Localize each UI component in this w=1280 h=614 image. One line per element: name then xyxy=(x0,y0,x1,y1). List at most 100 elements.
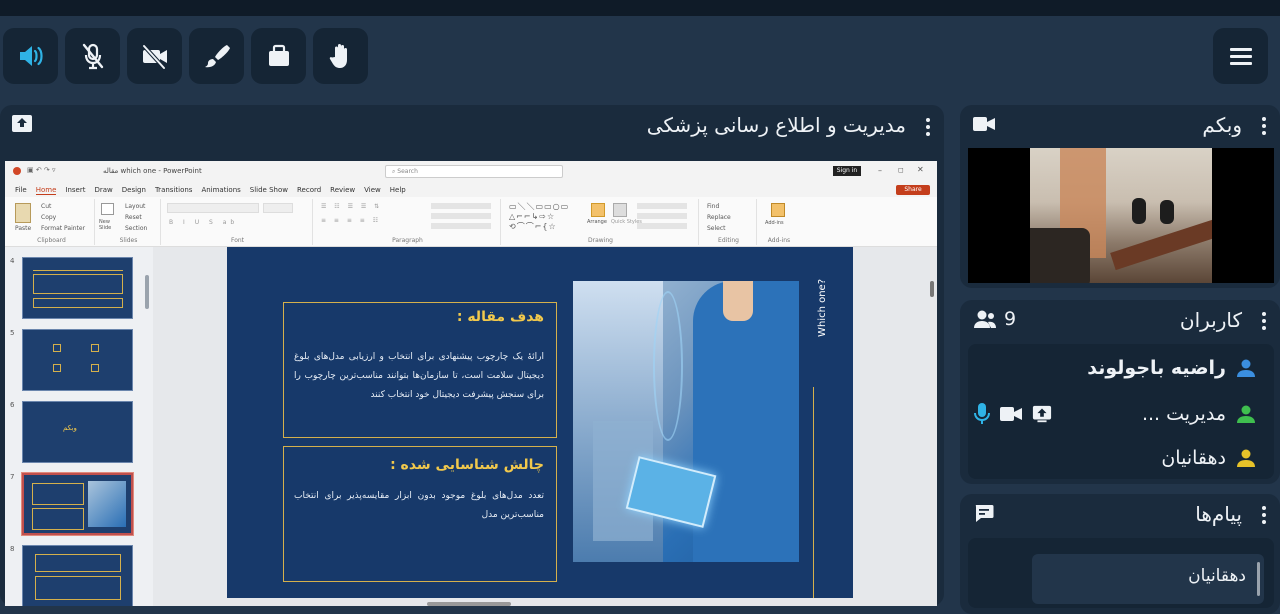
upload-presentation-icon[interactable] xyxy=(11,114,33,134)
smartart[interactable] xyxy=(431,223,491,229)
format-painter-label[interactable]: Format Painter xyxy=(41,225,85,232)
quick-access-icons: ▣ ↶ ↷ ▿ xyxy=(27,166,56,174)
whiteboard-button[interactable] xyxy=(189,28,244,84)
list-icons[interactable]: ☰ ☷ ☰ ☰ ⇅ xyxy=(321,203,382,210)
microphone-button[interactable] xyxy=(65,28,120,84)
ribbon-tab[interactable]: Review xyxy=(330,186,355,194)
message-sender: دهقانیان xyxy=(1188,566,1246,586)
copy-label[interactable]: Copy xyxy=(41,214,56,221)
canvas-scrollbar[interactable] xyxy=(930,281,934,297)
quick-styles-icon[interactable] xyxy=(613,203,627,217)
shape-fill[interactable] xyxy=(637,203,687,209)
slide-thumbnail[interactable] xyxy=(22,257,133,319)
paste-icon[interactable] xyxy=(15,203,31,223)
paste-label[interactable]: Paste xyxy=(15,225,31,232)
messages-menu-icon[interactable] xyxy=(1262,506,1266,524)
camera-button[interactable] xyxy=(127,28,182,84)
ribbon-tab[interactable]: View xyxy=(364,186,381,194)
thumb-number: 6 xyxy=(10,401,15,409)
slide-thumbnail[interactable] xyxy=(22,545,133,606)
font-size-select[interactable] xyxy=(263,203,293,213)
shape-effects[interactable] xyxy=(637,223,687,229)
user-icon xyxy=(1237,405,1255,423)
webcam-icon xyxy=(973,117,995,131)
webcam-menu-icon[interactable] xyxy=(1262,117,1266,135)
ribbon-tab[interactable]: File xyxy=(15,186,27,194)
ribbon-tab[interactable]: Insert xyxy=(65,186,85,194)
slide-thumbnail[interactable] xyxy=(22,329,133,391)
ribbon-tab[interactable]: Animations xyxy=(201,186,240,194)
menu-button[interactable] xyxy=(1213,28,1268,84)
reset-label[interactable]: Reset xyxy=(125,214,142,221)
slide-thumbnail-selected[interactable] xyxy=(21,472,134,536)
user-item-presenter[interactable]: مدیریت ... xyxy=(974,400,1256,428)
mic-on-icon xyxy=(974,403,990,424)
find-label[interactable]: Find xyxy=(707,203,719,210)
thumbnail-scrollbar[interactable] xyxy=(145,275,149,309)
replace-label[interactable]: Replace xyxy=(707,214,731,221)
messages-list: دهقانیان xyxy=(968,538,1274,608)
align-text[interactable] xyxy=(431,213,491,219)
select-label[interactable]: Select xyxy=(707,225,726,232)
sign-in-button[interactable]: Sign in xyxy=(833,166,861,176)
users-panel: 9 کاربران راضیه باجولوند مدیریت ... دهقا… xyxy=(960,300,1280,484)
new-slide-label[interactable]: New Slide xyxy=(99,219,121,231)
webcam-panel: وبکم xyxy=(960,105,1280,288)
presentation-menu-icon[interactable] xyxy=(926,118,930,136)
messages-scrollbar[interactable] xyxy=(1257,562,1260,596)
ribbon-tab[interactable]: Draw xyxy=(94,186,112,194)
ribbon-tab[interactable]: Design xyxy=(122,186,146,194)
search-input[interactable]: ⌕ Search xyxy=(385,165,563,178)
goal-heading: هدف مقاله : xyxy=(456,309,544,325)
thumb-number: 5 xyxy=(10,329,15,337)
close-icon[interactable]: ✕ xyxy=(917,165,924,174)
ribbon-tab[interactable]: Slide Show xyxy=(250,186,288,194)
user-name: دهقانیان xyxy=(1161,447,1226,469)
powerpoint-titlebar: ▣ ↶ ↷ ▿ مقاله which one - PowerPoint ⌕ S… xyxy=(5,161,937,183)
cut-label[interactable]: Cut xyxy=(41,203,51,210)
hamburger-icon xyxy=(1229,48,1252,65)
window-top-strip xyxy=(0,0,1280,16)
horizontal-scrollbar[interactable] xyxy=(427,602,511,606)
users-menu-icon[interactable] xyxy=(1262,312,1266,330)
font-name-select[interactable] xyxy=(167,203,259,213)
slides-label: Slides xyxy=(119,237,138,244)
message-bubble: دهقانیان xyxy=(1032,554,1264,604)
new-slide-icon[interactable] xyxy=(101,203,114,215)
slide-thumbnail[interactable]: وبکم xyxy=(22,401,133,463)
user-icon xyxy=(1237,359,1255,377)
addins-icon[interactable] xyxy=(771,203,785,217)
user-item[interactable]: دهقانیان xyxy=(1161,444,1256,472)
user-item[interactable]: راضیه باجولوند xyxy=(1087,354,1256,382)
minimize-icon[interactable]: – xyxy=(878,166,882,175)
restore-icon[interactable]: ◻ xyxy=(898,166,904,174)
align-icons[interactable]: ≡ ≡ ≡ ≡ ☷ xyxy=(321,217,381,224)
top-toolbar xyxy=(0,16,1280,92)
slide-vertical-label: Which one? xyxy=(817,279,828,337)
ribbon-tab[interactable]: Transitions xyxy=(155,186,193,194)
ribbon-tab[interactable]: Help xyxy=(390,186,406,194)
addins-label[interactable]: Add-ins xyxy=(765,220,784,226)
text-direction[interactable] xyxy=(431,203,491,209)
screen-share-icon xyxy=(1032,405,1052,423)
mic-off-icon xyxy=(82,43,103,70)
speaker-button[interactable] xyxy=(3,28,58,84)
arrange-label[interactable]: Arrange xyxy=(587,219,607,225)
shared-screen: ▣ ↶ ↷ ▿ مقاله which one - PowerPoint ⌕ S… xyxy=(5,161,937,606)
thumb-number: 4 xyxy=(10,257,15,265)
users-count: 9 xyxy=(1004,308,1017,330)
shapes-gallery[interactable]: ▭＼＼▭▭○▭ △⌐⌐↳⇨☆ ⟲⌒⌒⌐{☆ xyxy=(509,202,583,232)
share-button[interactable]: Share xyxy=(896,185,930,195)
shape-outline[interactable] xyxy=(637,213,687,219)
layout-label[interactable]: Layout xyxy=(125,203,145,210)
webcam-video xyxy=(968,148,1274,283)
ribbon-tab[interactable]: Record xyxy=(297,186,321,194)
user-name: مدیریت ... xyxy=(1141,403,1226,425)
arrange-icon[interactable] xyxy=(591,203,605,217)
section-label[interactable]: Section xyxy=(125,225,147,232)
font-style-icons[interactable]: B I U S ab xyxy=(169,219,238,226)
clipboard-label: Clipboard xyxy=(37,237,66,244)
raise-hand-button[interactable] xyxy=(313,28,368,84)
ribbon-tab[interactable]: Home xyxy=(35,186,57,195)
apps-button[interactable] xyxy=(251,28,306,84)
